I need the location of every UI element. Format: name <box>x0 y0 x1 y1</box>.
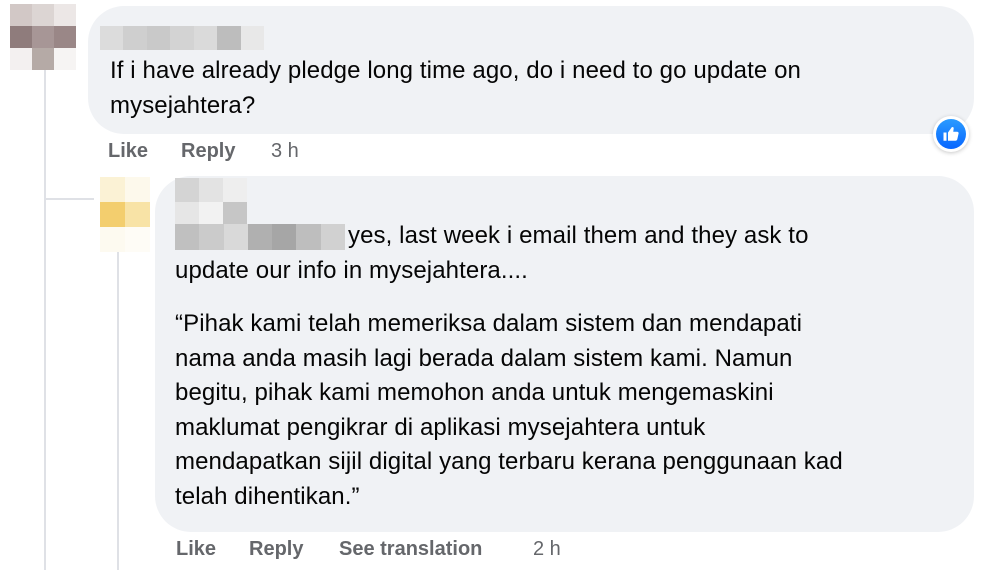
thread-line-branch <box>44 198 94 200</box>
thread-line-reply <box>117 228 119 570</box>
reply-button[interactable]: Reply <box>181 140 235 163</box>
like-button[interactable]: Like <box>176 538 216 561</box>
avatar[interactable] <box>100 177 150 252</box>
comment-text: If i have already pledge long time ago, … <box>110 57 802 119</box>
avatar[interactable] <box>10 4 76 70</box>
like-button[interactable]: Like <box>108 140 148 163</box>
reply-text-line1: yes, last week i email them and they ask… <box>348 222 809 249</box>
reply-bubble: yes, last week i email them and they ask… <box>155 176 974 532</box>
thread-line-main <box>44 70 46 570</box>
thumbs-up-icon <box>943 126 959 141</box>
reaction-badge[interactable] <box>933 116 969 152</box>
comment-bubble: If i have already pledge long time ago, … <box>88 6 974 134</box>
reply-quote: “Pihak kami telah memeriksa dalam sistem… <box>175 310 843 510</box>
reply-timestamp[interactable]: 2 h <box>533 538 561 561</box>
reply-button[interactable]: Reply <box>249 538 303 561</box>
comment-timestamp[interactable]: 3 h <box>271 140 299 163</box>
commenter-name[interactable] <box>175 178 247 226</box>
see-translation-button[interactable]: See translation <box>339 538 482 561</box>
commenter-name[interactable] <box>100 26 264 50</box>
mentioned-user-tag[interactable] <box>175 224 345 250</box>
reply-text-line2: update our info in mysejahtera.... <box>175 257 528 284</box>
